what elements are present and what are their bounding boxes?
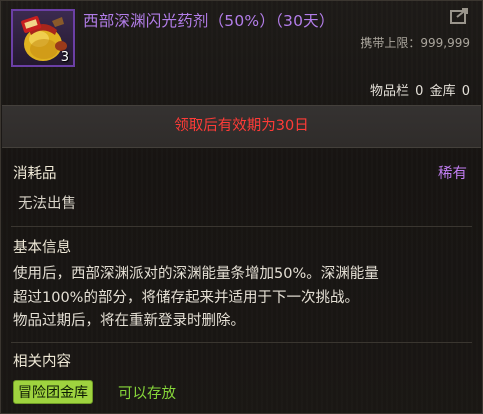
- carry-limit: 携带上限：999,999: [360, 34, 470, 51]
- stack-count: 3: [60, 50, 69, 65]
- validity-notice: 领取后有效期为30日: [2, 105, 481, 148]
- description-line: 使用后，西部深渊派对的深渊能量条增加50%。深渊能量: [13, 266, 379, 282]
- inventory-counts: 物品栏 0 金库 0: [370, 84, 470, 99]
- section-divider: [11, 226, 472, 227]
- basic-info-title: 基本信息: [13, 240, 71, 256]
- item-category: 消耗品: [13, 166, 57, 182]
- related-content-title: 相关内容: [13, 354, 71, 370]
- item-rarity: 稀有: [438, 166, 467, 182]
- item-tooltip-panel: 3 西部深渊闪光药剂（50%）（30天） 携带上限：999,999 物品栏 0 …: [0, 0, 483, 414]
- section-divider: [11, 342, 472, 343]
- carry-limit-label: 携带上限：: [360, 36, 421, 50]
- trade-status: 无法出售: [18, 196, 76, 212]
- adventure-storage-badge: 冒险团金库: [13, 380, 93, 404]
- share-icon[interactable]: [450, 7, 470, 25]
- carry-limit-value: 999,999: [420, 36, 470, 50]
- item-icon-frame[interactable]: 3: [11, 9, 75, 67]
- item-description: 使用后，西部深渊派对的深渊能量条增加50%。深渊能量 超过100%的部分，将储存…: [13, 263, 473, 334]
- description-line: 超过100%的部分，将储存起来并适用于下一次挑战。: [13, 289, 359, 306]
- storage-note: 可以存放: [118, 386, 176, 402]
- item-name: 西部深渊闪光药剂（50%）（30天）: [83, 12, 335, 30]
- description-line: 物品过期后，将在重新登录时删除。: [13, 313, 245, 329]
